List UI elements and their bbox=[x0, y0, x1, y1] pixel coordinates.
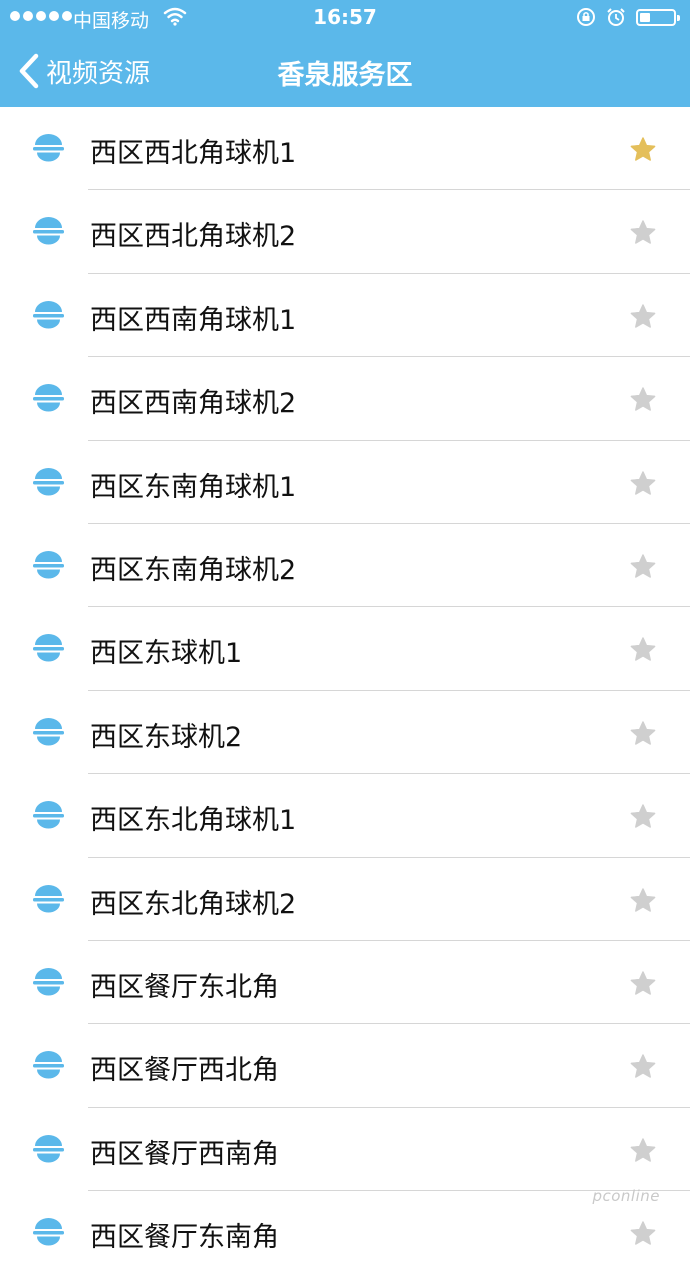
camera-name: 西区东南角球机2 bbox=[90, 554, 297, 586]
dome-camera-icon bbox=[33, 884, 64, 913]
dome-camera-icon bbox=[33, 1218, 64, 1246]
favorite-star-icon[interactable] bbox=[629, 803, 657, 830]
back-button-label: 视频资源 bbox=[46, 58, 151, 89]
favorite-star-icon[interactable] bbox=[629, 553, 657, 580]
app-header: 中国移动 16:57 视频资源 香泉服务区 bbox=[0, 0, 690, 107]
dome-camera-icon bbox=[33, 801, 64, 829]
camera-list-item[interactable]: 西区餐厅东南角 bbox=[0, 1191, 690, 1274]
dome-camera-icon bbox=[33, 217, 64, 245]
alarm-icon bbox=[607, 8, 625, 26]
favorite-star-icon[interactable] bbox=[629, 1220, 657, 1247]
camera-list: 西区西北角球机1 西区西北角球机2 西区西南角球机1 西区西南角球机2 西区东南角球机1… bbox=[0, 107, 690, 1274]
watermark: pconline bbox=[592, 1187, 660, 1205]
dome-camera-icon bbox=[33, 634, 64, 662]
favorite-star-icon[interactable] bbox=[629, 970, 657, 997]
favorite-star-icon[interactable] bbox=[629, 219, 657, 246]
status-bar: 中国移动 16:57 bbox=[0, 0, 690, 36]
camera-list-item[interactable]: 西区东球机1 bbox=[0, 607, 690, 692]
camera-name: 西区餐厅西南角 bbox=[90, 1138, 279, 1170]
favorite-star-icon[interactable] bbox=[629, 470, 657, 497]
favorite-star-icon[interactable] bbox=[629, 720, 657, 747]
camera-list-item[interactable]: 西区东球机2 bbox=[0, 691, 690, 775]
camera-name: 西区西南角球机2 bbox=[90, 388, 297, 420]
camera-list-item[interactable]: 西区西北角球机2 bbox=[0, 190, 690, 275]
camera-list-item[interactable]: 西区东南角球机2 bbox=[0, 524, 690, 608]
camera-name: 西区餐厅东北角 bbox=[90, 971, 279, 1003]
camera-list-item[interactable]: 西区东南角球机1 bbox=[0, 441, 690, 525]
dome-camera-icon bbox=[33, 967, 64, 996]
camera-name: 西区西北角球机1 bbox=[90, 138, 297, 169]
favorite-star-icon[interactable] bbox=[629, 1137, 657, 1164]
battery-level bbox=[640, 12, 650, 22]
battery-icon bbox=[636, 8, 680, 26]
navigation-bar: 视频资源 香泉服务区 bbox=[0, 36, 690, 107]
favorite-star-icon[interactable] bbox=[629, 887, 657, 914]
camera-name: 西区东北角球机2 bbox=[90, 888, 297, 920]
dome-camera-icon bbox=[33, 467, 64, 496]
camera-name: 西区东球机2 bbox=[90, 721, 243, 753]
camera-list-item[interactable]: 西区西南角球机2 bbox=[0, 357, 690, 441]
camera-name: 西区餐厅西北角 bbox=[90, 1055, 279, 1087]
camera-name: 西区西北角球机2 bbox=[90, 221, 297, 253]
camera-name: 西区东北角球机1 bbox=[90, 805, 297, 837]
dome-camera-icon bbox=[33, 1134, 64, 1163]
camera-list-item[interactable]: 西区东北角球机2 bbox=[0, 858, 690, 942]
dome-camera-icon bbox=[33, 134, 64, 162]
dome-camera-icon bbox=[33, 384, 64, 412]
back-button[interactable]: 视频资源 bbox=[18, 51, 150, 91]
dome-camera-icon bbox=[33, 717, 64, 746]
camera-list-item[interactable]: 西区西南角球机1 bbox=[0, 274, 690, 358]
page-title: 香泉服务区 bbox=[277, 60, 413, 91]
status-indicators bbox=[576, 7, 680, 27]
dome-camera-icon bbox=[33, 550, 64, 579]
camera-list-item[interactable]: 西区餐厅西南角 bbox=[0, 1108, 690, 1192]
camera-name: 西区东南角球机1 bbox=[90, 471, 297, 503]
camera-name: 西区西南角球机1 bbox=[90, 304, 297, 336]
camera-list-item[interactable]: 西区东北角球机1 bbox=[0, 774, 690, 858]
camera-name: 西区东球机1 bbox=[90, 638, 243, 670]
chevron-left-icon bbox=[19, 53, 39, 89]
dome-camera-icon bbox=[33, 300, 64, 329]
favorite-star-icon[interactable] bbox=[629, 386, 657, 413]
favorite-star-icon[interactable] bbox=[629, 636, 657, 663]
favorite-star-icon[interactable] bbox=[629, 303, 657, 330]
dome-camera-icon bbox=[33, 1051, 64, 1079]
favorite-star-icon[interactable] bbox=[629, 1053, 657, 1080]
camera-list-item[interactable]: 西区餐厅东北角 bbox=[0, 941, 690, 1025]
camera-name: 西区餐厅东南角 bbox=[90, 1222, 279, 1254]
favorite-star-icon[interactable] bbox=[629, 136, 657, 163]
camera-list-item[interactable]: 西区西北角球机1 bbox=[0, 107, 690, 191]
camera-list-item[interactable]: 西区餐厅西北角 bbox=[0, 1024, 690, 1109]
rotation-lock-icon bbox=[577, 8, 595, 26]
